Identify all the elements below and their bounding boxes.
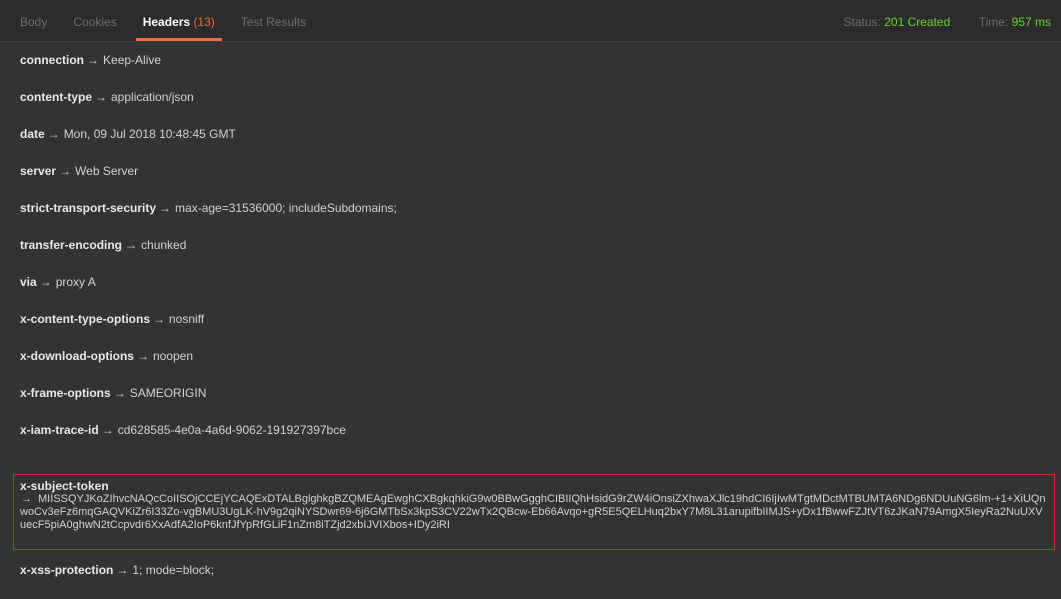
header-row: x-xss-protection → 1; mode=block; bbox=[0, 552, 1061, 589]
header-row: strict-transport-security → max-age=315360… bbox=[0, 190, 1061, 227]
arrow-icon: → bbox=[116, 563, 129, 577]
arrow-icon: → bbox=[59, 164, 72, 178]
token-text: MIISSQYJKoZIhvcNAQcCoIISOjCCEjYCAQExDTAL… bbox=[20, 493, 1046, 531]
header-value: max-age=31536000; includeSubdomains; bbox=[175, 201, 397, 215]
tab-test-results-label: Test Results bbox=[240, 15, 307, 29]
tab-headers-count: (13) bbox=[193, 15, 215, 29]
header-row: server → Web Server bbox=[0, 153, 1061, 190]
header-row-xss: x-xss-protection → 1; mode=block; bbox=[0, 552, 1061, 589]
header-value: proxy A bbox=[55, 275, 96, 289]
header-key: date bbox=[20, 127, 45, 141]
header-value: application/json bbox=[111, 90, 194, 104]
arrow-icon: → bbox=[95, 90, 107, 104]
header-value: chunked bbox=[141, 238, 187, 252]
header-row: x-content-type-options → nosniff bbox=[0, 301, 1061, 338]
header-value: Web Server bbox=[75, 164, 139, 178]
header-key: transfer-encoding bbox=[20, 238, 123, 252]
status-value[interactable]: 201 Created bbox=[884, 15, 950, 29]
header-key: strict-transport-security bbox=[20, 201, 157, 215]
header-value: 1; mode=block; bbox=[132, 563, 215, 577]
arrow-icon: → bbox=[39, 275, 52, 289]
arrow-icon: → bbox=[87, 53, 100, 67]
response-toolbar: Body Cookies Headers (13) Test Results S… bbox=[0, 0, 1061, 42]
tab-body[interactable]: Body bbox=[0, 0, 60, 42]
header-value: Mon, 09 Jul 2018 10:48:45 GMT bbox=[63, 127, 236, 141]
arrow-icon: → bbox=[47, 127, 60, 141]
response-meta: Status: 201 Created Time: 957 ms bbox=[844, 0, 1051, 42]
header-key: connection bbox=[20, 53, 85, 67]
header-row: x-frame-options → SAMEORIGIN bbox=[0, 375, 1061, 412]
arrow-icon: → bbox=[101, 423, 114, 437]
header-key: content-type bbox=[20, 90, 92, 104]
header-row: date → Mon, 09 Jul 2018 10:48:45 GMT bbox=[0, 116, 1061, 153]
arrow-icon: → bbox=[159, 201, 172, 215]
header-key: x-frame-options bbox=[20, 386, 111, 400]
header-row: x-download-options → noopen bbox=[0, 338, 1061, 375]
arrow-icon: → bbox=[113, 386, 126, 400]
header-key: x-content-type-options bbox=[20, 312, 150, 326]
tab-test-results[interactable]: Test Results bbox=[228, 0, 319, 42]
header-row: transfer-encoding → chunked bbox=[0, 227, 1061, 264]
header-row: connection → Keep-Alive bbox=[0, 42, 1061, 79]
status-label: Status: bbox=[843, 15, 881, 29]
header-value-token[interactable]: → MIISSQYJKoZIhvcNAQcCoIISOjCCEjYCAQExDTA… bbox=[20, 493, 1048, 532]
header-value: cd628585-4e0a-4a6d-9062-191927397bce bbox=[117, 423, 346, 437]
header-key: server bbox=[20, 164, 57, 178]
header-key: x-download-options bbox=[20, 349, 134, 363]
arrow-icon: → bbox=[125, 238, 138, 252]
header-key: via bbox=[20, 275, 37, 289]
header-value: noopen bbox=[152, 349, 194, 363]
header-row: x-iam-trace-id → cd628585-4e0a-4a6d-9062-1… bbox=[0, 412, 1061, 449]
tab-body-label: Body bbox=[20, 15, 48, 29]
header-key: x-iam-trace-id bbox=[20, 423, 99, 437]
header-row: content-type → application/json bbox=[0, 79, 1061, 116]
header-value: SAMEORIGIN bbox=[129, 386, 207, 400]
arrow-icon: → bbox=[153, 312, 165, 326]
arrow-icon: → bbox=[136, 349, 149, 363]
header-value: Keep-Alive bbox=[103, 53, 162, 67]
tab-cookies[interactable]: Cookies bbox=[60, 0, 129, 42]
headers-list: connection → Keep-Alive content-type → appli… bbox=[0, 42, 1061, 449]
time-value[interactable]: 957 ms bbox=[1012, 15, 1051, 29]
header-row-subject-token: x-subject-token → MIISSQYJKoZIhvcNAQcCoII… bbox=[13, 474, 1055, 550]
tab-cookies-label: Cookies bbox=[73, 15, 117, 29]
header-key: x-subject-token bbox=[20, 479, 109, 493]
header-row: via → proxy A bbox=[0, 264, 1061, 301]
time-label: Time: bbox=[978, 15, 1009, 29]
response-tabs: Body Cookies Headers (13) Test Results bbox=[0, 0, 319, 42]
tab-headers-label: Headers bbox=[142, 15, 191, 29]
arrow-icon: → bbox=[21, 493, 32, 505]
header-key: x-xss-protection bbox=[20, 563, 114, 577]
tab-headers[interactable]: Headers (13) bbox=[130, 0, 228, 42]
header-value: nosniff bbox=[169, 312, 205, 326]
